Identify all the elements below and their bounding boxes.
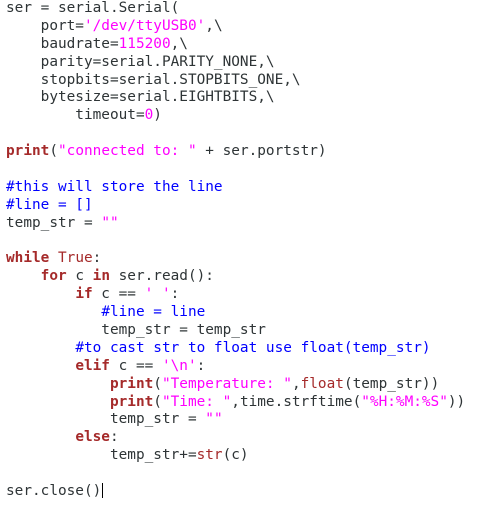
- code-line[interactable]: temp_str = temp_str: [6, 322, 465, 340]
- code-line[interactable]: ​: [6, 233, 465, 251]
- code-line[interactable]: temp_str = "": [6, 215, 465, 233]
- code-line[interactable]: bytesize=serial.EIGHTBITS,\: [6, 89, 465, 107]
- code-line[interactable]: ​: [6, 125, 465, 143]
- code-line[interactable]: baudrate=115200,\: [6, 36, 465, 54]
- code-line[interactable]: ​: [6, 161, 465, 179]
- code-line[interactable]: while True:: [6, 250, 465, 268]
- code-editor[interactable]: ser = serial.Serial( port='/dev/ttyUSB0'…: [0, 0, 490, 520]
- code-line[interactable]: parity=serial.PARITY_NONE,\: [6, 54, 465, 72]
- code-line[interactable]: temp_str+=str(c): [6, 447, 465, 465]
- code-line[interactable]: for c in ser.read():: [6, 268, 465, 286]
- text-cursor: [102, 483, 104, 499]
- code-line[interactable]: elif c == '\n':: [6, 358, 465, 376]
- code-line[interactable]: ser.close(): [6, 483, 465, 501]
- code-line[interactable]: ​: [6, 465, 465, 483]
- code-line[interactable]: print("connected to: " + ser.portstr): [6, 143, 465, 161]
- code-line[interactable]: #line = []: [6, 197, 465, 215]
- code-line[interactable]: else:: [6, 429, 465, 447]
- code-line[interactable]: #to cast str to float use float(temp_str…: [6, 340, 465, 358]
- code-line[interactable]: #line = line: [6, 304, 465, 322]
- code-line[interactable]: port='/dev/ttyUSB0',\: [6, 18, 465, 36]
- code-line[interactable]: temp_str = "": [6, 411, 465, 429]
- code-text-area[interactable]: ser = serial.Serial( port='/dev/ttyUSB0'…: [6, 0, 465, 501]
- code-line[interactable]: print("Temperature: ",float(temp_str)): [6, 376, 465, 394]
- code-line[interactable]: #this will store the line: [6, 179, 465, 197]
- code-line[interactable]: ser = serial.Serial(: [6, 0, 465, 18]
- code-line[interactable]: stopbits=serial.STOPBITS_ONE,\: [6, 72, 465, 90]
- code-line[interactable]: print("Time: ",time.strftime("%H:%M:%S")…: [6, 394, 465, 412]
- code-line[interactable]: if c == ' ':: [6, 286, 465, 304]
- code-line[interactable]: timeout=0): [6, 107, 465, 125]
